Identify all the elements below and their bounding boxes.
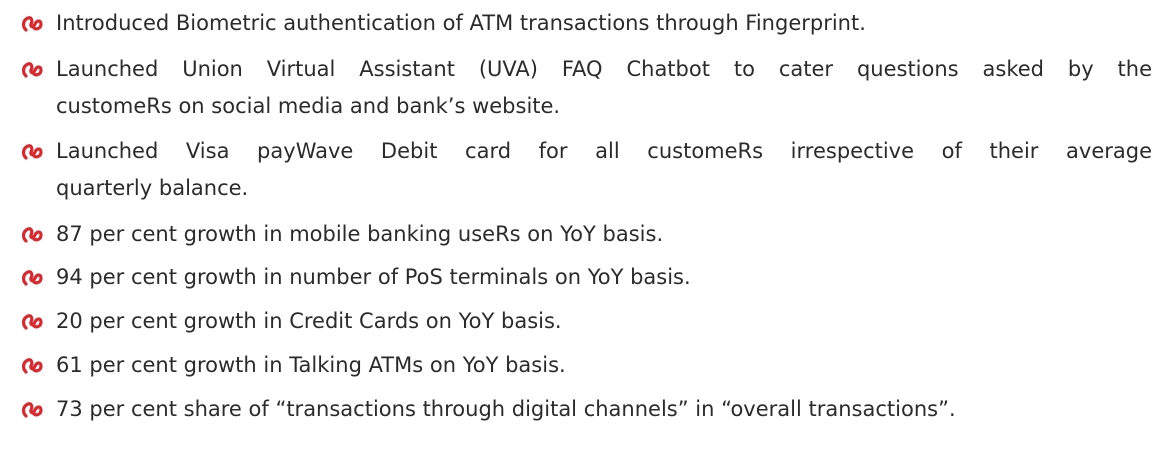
list-item-text-continued: quarterly balance. <box>56 176 249 200</box>
union-bank-logo-icon <box>20 11 44 35</box>
list-item-text: 94 per cent growth in number of PoS term… <box>56 265 691 289</box>
list-item-text: Introduced Biometric authentication of A… <box>56 11 866 35</box>
list-item-text: 87 per cent growth in mobile banking use… <box>56 222 664 246</box>
union-bank-logo-icon <box>20 353 44 377</box>
union-bank-logo-icon <box>20 222 44 246</box>
union-bank-logo-icon <box>20 309 44 333</box>
list-item-text: Launched Union Virtual Assistant (UVA) F… <box>56 57 1152 81</box>
list-item-text: Launched Visa payWave Debit card for all… <box>56 139 1152 163</box>
union-bank-logo-icon <box>20 57 44 81</box>
list-item-text: 61 per cent growth in Talking ATMs on Yo… <box>56 353 566 377</box>
union-bank-logo-icon <box>20 397 44 421</box>
list-item-text: 20 per cent growth in Credit Cards on Yo… <box>56 309 562 333</box>
union-bank-logo-icon <box>20 139 44 163</box>
list-item-text-continued: customeRs on social media and bank’s web… <box>56 94 561 118</box>
union-bank-logo-icon <box>20 265 44 289</box>
list-item-text: 73 per cent share of “transactions throu… <box>56 397 956 421</box>
page: { "icons": { "bullet": "union-bank-logo-… <box>0 0 1162 472</box>
